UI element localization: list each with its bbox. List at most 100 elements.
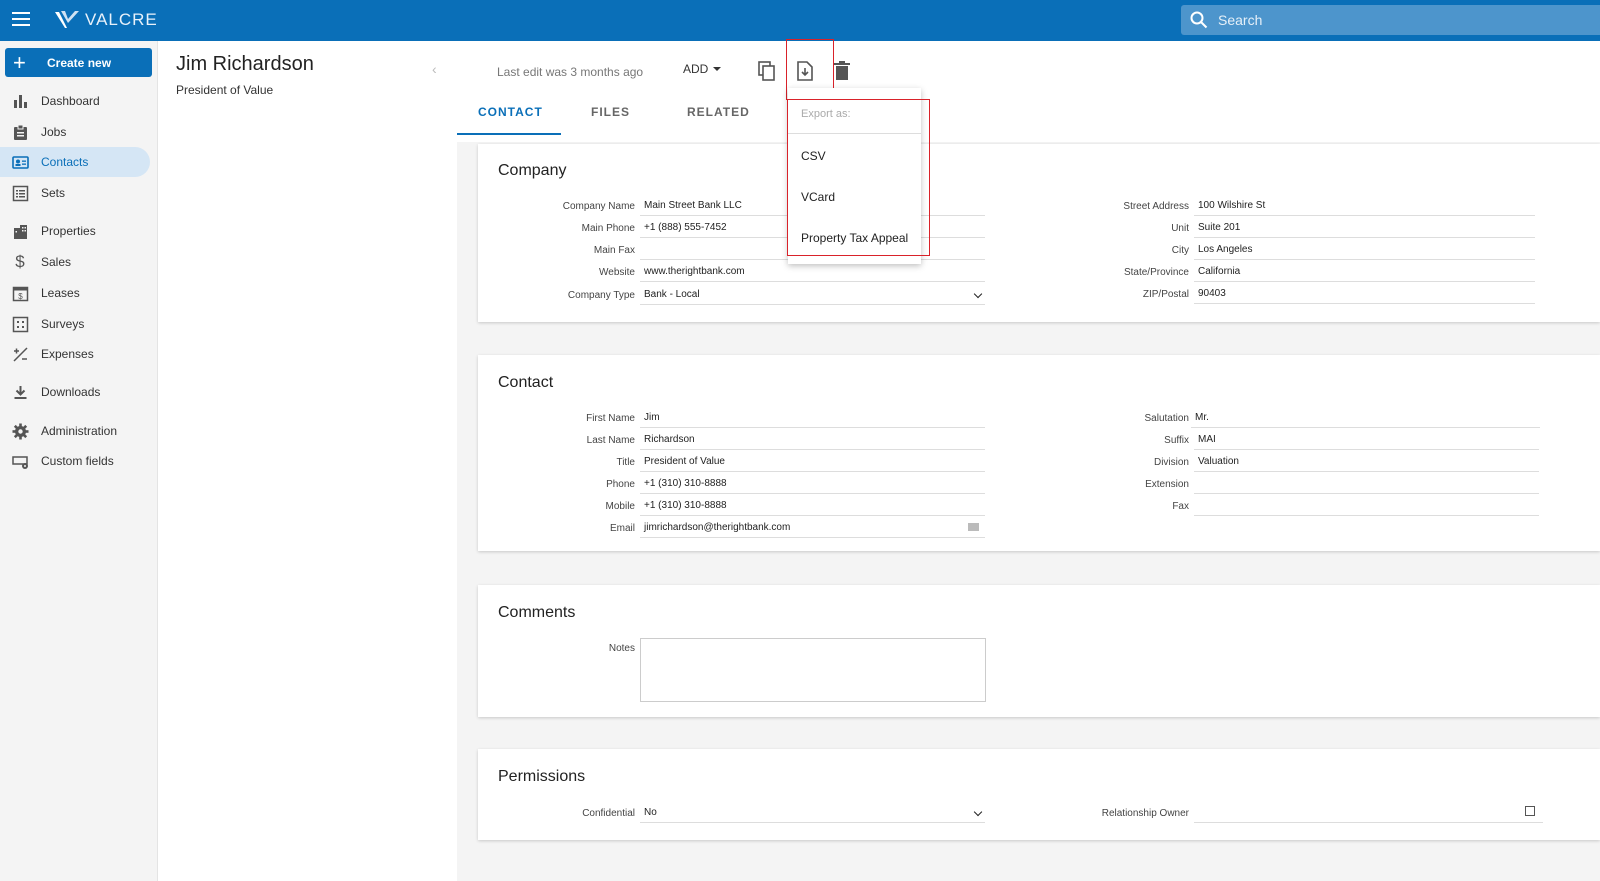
custom-fields-icon — [11, 455, 28, 469]
lease-calendar-icon: $ — [12, 286, 28, 301]
phone-row: Phone +1 (310) 310-8888 — [498, 474, 985, 494]
comments-card-title: Comments — [498, 604, 576, 621]
sidebar-item-administration[interactable]: Administration — [0, 416, 150, 446]
company-type-row: Company Type Bank - Local — [498, 285, 985, 305]
extension-field[interactable] — [1194, 474, 1539, 494]
fax-field[interactable] — [1194, 496, 1539, 516]
caret-down-icon — [713, 67, 722, 71]
mobile-field[interactable]: +1 (310) 310-8888 — [640, 496, 985, 516]
duplicate-button[interactable] — [757, 60, 777, 82]
street-address-row: Street Address 100 Wilshire St — [1052, 196, 1535, 216]
menu-icon[interactable] — [12, 12, 30, 28]
street-address-field[interactable]: 100 Wilshire St — [1194, 196, 1535, 216]
add-dropdown-button[interactable]: ADD — [683, 62, 722, 76]
email-field[interactable]: jimrichardson@therightbank.com — [640, 518, 985, 538]
search-icon — [1190, 11, 1208, 29]
unit-field[interactable]: Suite 201 — [1194, 218, 1535, 238]
search-bar[interactable] — [1181, 5, 1600, 35]
collapse-panel-icon[interactable]: ‹ — [432, 61, 437, 77]
sidebar: + Create new Dashboard Jobs Contacts Set… — [0, 41, 158, 881]
state-province-field[interactable]: California — [1194, 262, 1535, 282]
record-name: Jim Richardson — [176, 53, 314, 75]
sidebar-item-custom-fields[interactable]: Custom fields — [0, 446, 150, 476]
confidential-row: Confidential No — [498, 803, 985, 823]
comments-card: Comments Notes — [478, 585, 1600, 717]
relationship-owner-field[interactable] — [1194, 803, 1543, 823]
clipboard-icon — [13, 124, 27, 140]
fax-row: Fax — [1052, 496, 1539, 516]
sidebar-item-properties[interactable]: Properties — [0, 216, 150, 246]
sidebar-item-downloads[interactable]: Downloads — [0, 377, 150, 407]
sidebar-item-expenses[interactable]: Expenses — [0, 339, 150, 369]
sidebar-item-surveys[interactable]: Surveys — [0, 309, 150, 339]
first-name-field[interactable]: Jim — [640, 408, 985, 428]
relationship-owner-row: Relationship Owner — [1052, 803, 1543, 823]
trash-icon — [834, 61, 850, 80]
sidebar-item-leases[interactable]: $ Leases — [0, 278, 150, 308]
city-row: City Los Angeles — [1052, 240, 1535, 260]
extension-row: Extension — [1052, 474, 1539, 494]
record-subtitle: President of Value — [176, 83, 274, 97]
app-name: VALCRE — [85, 10, 158, 29]
list-icon — [12, 185, 28, 201]
export-menu-highlight-box — [787, 99, 930, 256]
city-field[interactable]: Los Angeles — [1194, 240, 1535, 260]
building-icon — [13, 224, 27, 239]
suffix-field[interactable]: MAI — [1194, 430, 1539, 450]
division-row: Division Valuation — [1052, 452, 1539, 472]
phone-field[interactable]: +1 (310) 310-8888 — [640, 474, 985, 494]
copy-icon — [758, 61, 775, 81]
sidebar-item-jobs[interactable]: Jobs — [0, 117, 150, 147]
sidebar-item-sets[interactable]: Sets — [0, 178, 150, 208]
picker-icon[interactable] — [1525, 806, 1535, 816]
record-toolbar: Last edit was 3 months ago ADD CONTACT F… — [457, 39, 1600, 142]
division-field[interactable]: Valuation — [1194, 452, 1539, 472]
company-card: Company Company Name Main Street Bank LL… — [478, 144, 1600, 322]
sidebar-item-dashboard[interactable]: Dashboard — [0, 86, 150, 116]
bar-chart-icon — [13, 94, 27, 108]
main-content: Last edit was 3 months ago ADD CONTACT F… — [457, 39, 1600, 881]
company-type-select[interactable]: Bank - Local — [640, 285, 985, 305]
top-bar: VALCRE — [0, 0, 1600, 41]
delete-button[interactable] — [832, 60, 852, 82]
dollar-icon: $ — [15, 252, 25, 271]
search-input[interactable] — [1218, 12, 1578, 28]
record-header-panel: Jim Richardson President of Value ‹ — [158, 41, 457, 881]
contact-card: Contact First Name Jim Last Name Richard… — [478, 355, 1600, 551]
permissions-card-title: Permissions — [498, 768, 586, 785]
plus-minus-icon — [12, 346, 28, 362]
last-name-row: Last Name Richardson — [498, 430, 985, 450]
mobile-row: Mobile +1 (310) 310-8888 — [498, 496, 985, 516]
contact-card-icon — [11, 155, 29, 169]
survey-grid-icon — [12, 316, 28, 332]
gear-icon — [12, 423, 28, 439]
app-logo[interactable]: VALCRE — [53, 9, 158, 31]
website-row: Website www.therightbank.com — [498, 262, 985, 282]
svg-text:$: $ — [18, 292, 23, 301]
tab-contact[interactable]: CONTACT — [457, 103, 561, 135]
sidebar-item-contacts[interactable]: Contacts — [0, 147, 150, 177]
company-card-title: Company — [498, 162, 567, 179]
zip-postal-field[interactable]: 90403 — [1194, 284, 1535, 304]
download-icon — [14, 385, 26, 399]
valcre-logo-icon — [55, 11, 79, 28]
website-field[interactable]: www.therightbank.com — [640, 262, 985, 282]
tab-related[interactable]: RELATED — [671, 103, 781, 135]
zip-postal-row: ZIP/Postal 90403 — [1052, 284, 1535, 304]
plus-icon: + — [13, 49, 26, 75]
create-new-button[interactable]: + Create new — [5, 48, 152, 77]
sidebar-item-sales[interactable]: $ Sales — [0, 247, 150, 277]
first-name-row: First Name Jim — [498, 408, 985, 428]
title-field[interactable]: President of Value — [640, 452, 985, 472]
last-name-field[interactable]: Richardson — [640, 430, 985, 450]
tab-files[interactable]: FILES — [561, 103, 671, 135]
notes-textarea[interactable] — [640, 638, 986, 702]
notes-row: Notes — [608, 642, 635, 654]
suffix-row: Suffix MAI — [1052, 430, 1539, 450]
mail-icon[interactable] — [968, 523, 979, 531]
confidential-select[interactable]: No — [640, 803, 985, 823]
unit-row: Unit Suite 201 — [1052, 218, 1535, 238]
title-row: Title President of Value — [498, 452, 985, 472]
email-row: Email jimrichardson@therightbank.com — [498, 518, 985, 538]
salutation-field[interactable]: Mr. — [1191, 408, 1540, 428]
